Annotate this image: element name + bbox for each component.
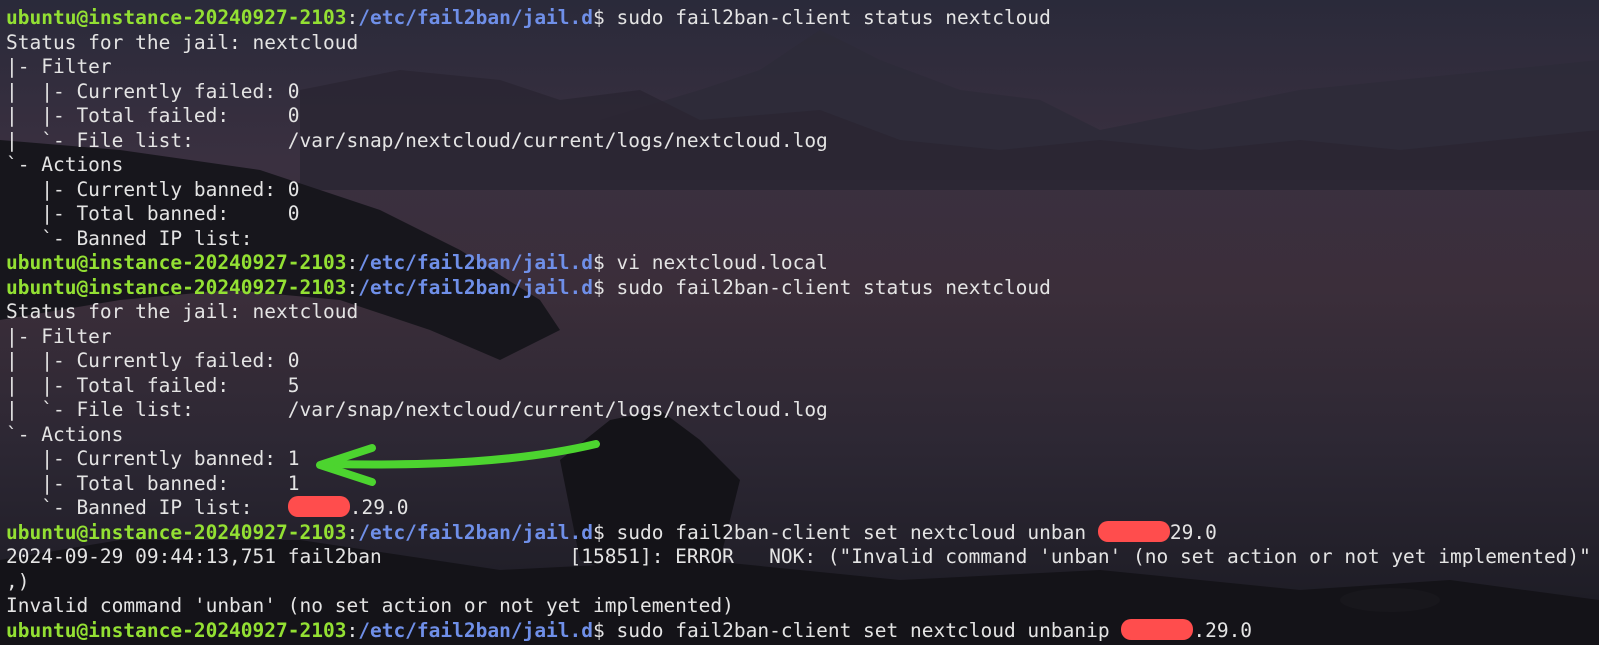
output-text: Status for the jail: nextcloud xyxy=(6,30,359,54)
command-text: sudo fail2ban-client status nextcloud xyxy=(604,6,1051,29)
output-text: | `- File list: /var/snap/nextcloud/curr… xyxy=(6,128,828,152)
output-text: |- Filter xyxy=(6,55,112,78)
terminal-line: Invalid command 'unban' (no set action o… xyxy=(6,594,1591,619)
terminal-line: `- Banned IP list: xyxy=(6,227,1591,252)
prompt-user-host: ubuntu@instance-20240927-2103 xyxy=(6,520,347,544)
terminal-line: ,) xyxy=(6,570,1591,595)
output-text: |- Total banned: 1 xyxy=(6,471,300,495)
terminal-line: `- Actions xyxy=(6,153,1591,178)
terminal-line: Status for the jail: nextcloud xyxy=(6,300,1591,325)
output-text: `- Banned IP list: xyxy=(6,496,288,519)
output-text: Status for the jail: nextcloud xyxy=(6,300,359,323)
output-text: | `- File list: /var/snap/nextcloud/curr… xyxy=(6,398,828,421)
output-text: |- Currently banned: 0 xyxy=(6,177,300,201)
prompt-user-host: ubuntu@instance-20240927-2103 xyxy=(6,251,347,274)
prompt-user-host: ubuntu@instance-20240927-2103 xyxy=(6,618,347,642)
terminal-line: |- Currently banned: 1 xyxy=(6,447,1591,472)
prompt-path: /etc/fail2ban/jail.d xyxy=(358,251,594,274)
prompt-path: /etc/fail2ban/jail.d xyxy=(358,520,594,544)
terminal-line: ubuntu@instance-20240927-2103:/etc/fail2… xyxy=(6,251,1591,276)
prompt-symbol: $ xyxy=(593,6,605,29)
output-text: ,) xyxy=(6,569,30,593)
terminal-line: | |- Currently failed: 0 xyxy=(6,349,1591,374)
output-text: | |- Currently failed: 0 xyxy=(6,79,300,103)
output-text: Invalid command 'unban' (no set action o… xyxy=(6,594,734,617)
prompt-symbol: $ xyxy=(593,520,605,544)
output-text: | |- Total failed: 5 xyxy=(6,373,300,397)
prompt-user-host: ubuntu@instance-20240927-2103 xyxy=(6,275,347,299)
terminal-line: ubuntu@instance-20240927-2103:/etc/fail2… xyxy=(6,6,1591,31)
output-text: 2024-09-29 09:44:13,751 fail2ban [15851]… xyxy=(6,545,1591,568)
terminal-line: ubuntu@instance-20240927-2103:/etc/fail2… xyxy=(6,618,1591,644)
prompt-symbol: $ xyxy=(593,251,605,274)
prompt-path: /etc/fail2ban/jail.d xyxy=(358,6,594,29)
output-text: |- Total banned: 0 xyxy=(6,202,300,225)
terminal-line: |- Total banned: 0 xyxy=(6,202,1591,227)
ip-suffix-text: .29.0 xyxy=(1193,618,1253,642)
prompt-user-host: ubuntu@instance-20240927-2103 xyxy=(6,6,347,29)
prompt-symbol: $ xyxy=(593,618,605,642)
terminal-line: `- Actions xyxy=(6,423,1591,448)
terminal-output[interactable]: ubuntu@instance-20240927-2103:/etc/fail2… xyxy=(6,6,1591,643)
terminal-line: ubuntu@instance-20240927-2103:/etc/fail2… xyxy=(6,276,1591,301)
terminal-line: | |- Currently failed: 0 xyxy=(6,80,1591,105)
terminal-line: |- Currently banned: 0 xyxy=(6,178,1591,203)
command-text: vi nextcloud.local xyxy=(604,251,828,274)
command-text: sudo fail2ban-client set nextcloud unban… xyxy=(604,618,1122,642)
prompt-colon: : xyxy=(346,251,359,274)
prompt-colon: : xyxy=(346,618,359,642)
terminal-line: |- Total banned: 1 xyxy=(6,472,1591,497)
prompt-path: /etc/fail2ban/jail.d xyxy=(358,618,594,642)
output-text: `- Actions xyxy=(6,422,124,446)
output-text: `- Actions xyxy=(6,153,124,176)
redaction-mark xyxy=(287,496,350,517)
terminal-line: `- Banned IP list: .29.0 xyxy=(6,496,1591,521)
prompt-path: /etc/fail2ban/jail.d xyxy=(358,275,594,299)
terminal-line: ubuntu@instance-20240927-2103:/etc/fail2… xyxy=(6,520,1591,546)
redaction-mark xyxy=(1121,618,1194,640)
ip-suffix-text: .29.0 xyxy=(349,496,409,519)
output-text: |- Currently banned: 1 xyxy=(6,447,300,470)
terminal-line: |- Filter xyxy=(6,325,1591,350)
output-text: `- Banned IP list: xyxy=(6,226,253,250)
terminal-line: Status for the jail: nextcloud xyxy=(6,31,1591,56)
output-text: | |- Currently failed: 0 xyxy=(6,349,300,372)
prompt-colon: : xyxy=(346,275,359,299)
terminal-line: | `- File list: /var/snap/nextcloud/curr… xyxy=(6,398,1591,423)
prompt-colon: : xyxy=(346,6,359,29)
command-text: sudo fail2ban-client set nextcloud unban xyxy=(604,520,1098,544)
redaction-mark xyxy=(1097,520,1170,542)
ip-suffix-text: 29.0 xyxy=(1169,520,1217,544)
prompt-colon: : xyxy=(346,520,359,544)
output-text: | |- Total failed: 0 xyxy=(6,104,300,127)
terminal-line: | `- File list: /var/snap/nextcloud/curr… xyxy=(6,129,1591,154)
terminal-line: | |- Total failed: 5 xyxy=(6,374,1591,399)
terminal-line: 2024-09-29 09:44:13,751 fail2ban [15851]… xyxy=(6,545,1591,570)
command-text: sudo fail2ban-client status nextcloud xyxy=(604,275,1051,299)
prompt-symbol: $ xyxy=(593,275,605,299)
terminal-line: | |- Total failed: 0 xyxy=(6,104,1591,129)
output-text: |- Filter xyxy=(6,324,112,348)
terminal-line: |- Filter xyxy=(6,55,1591,80)
